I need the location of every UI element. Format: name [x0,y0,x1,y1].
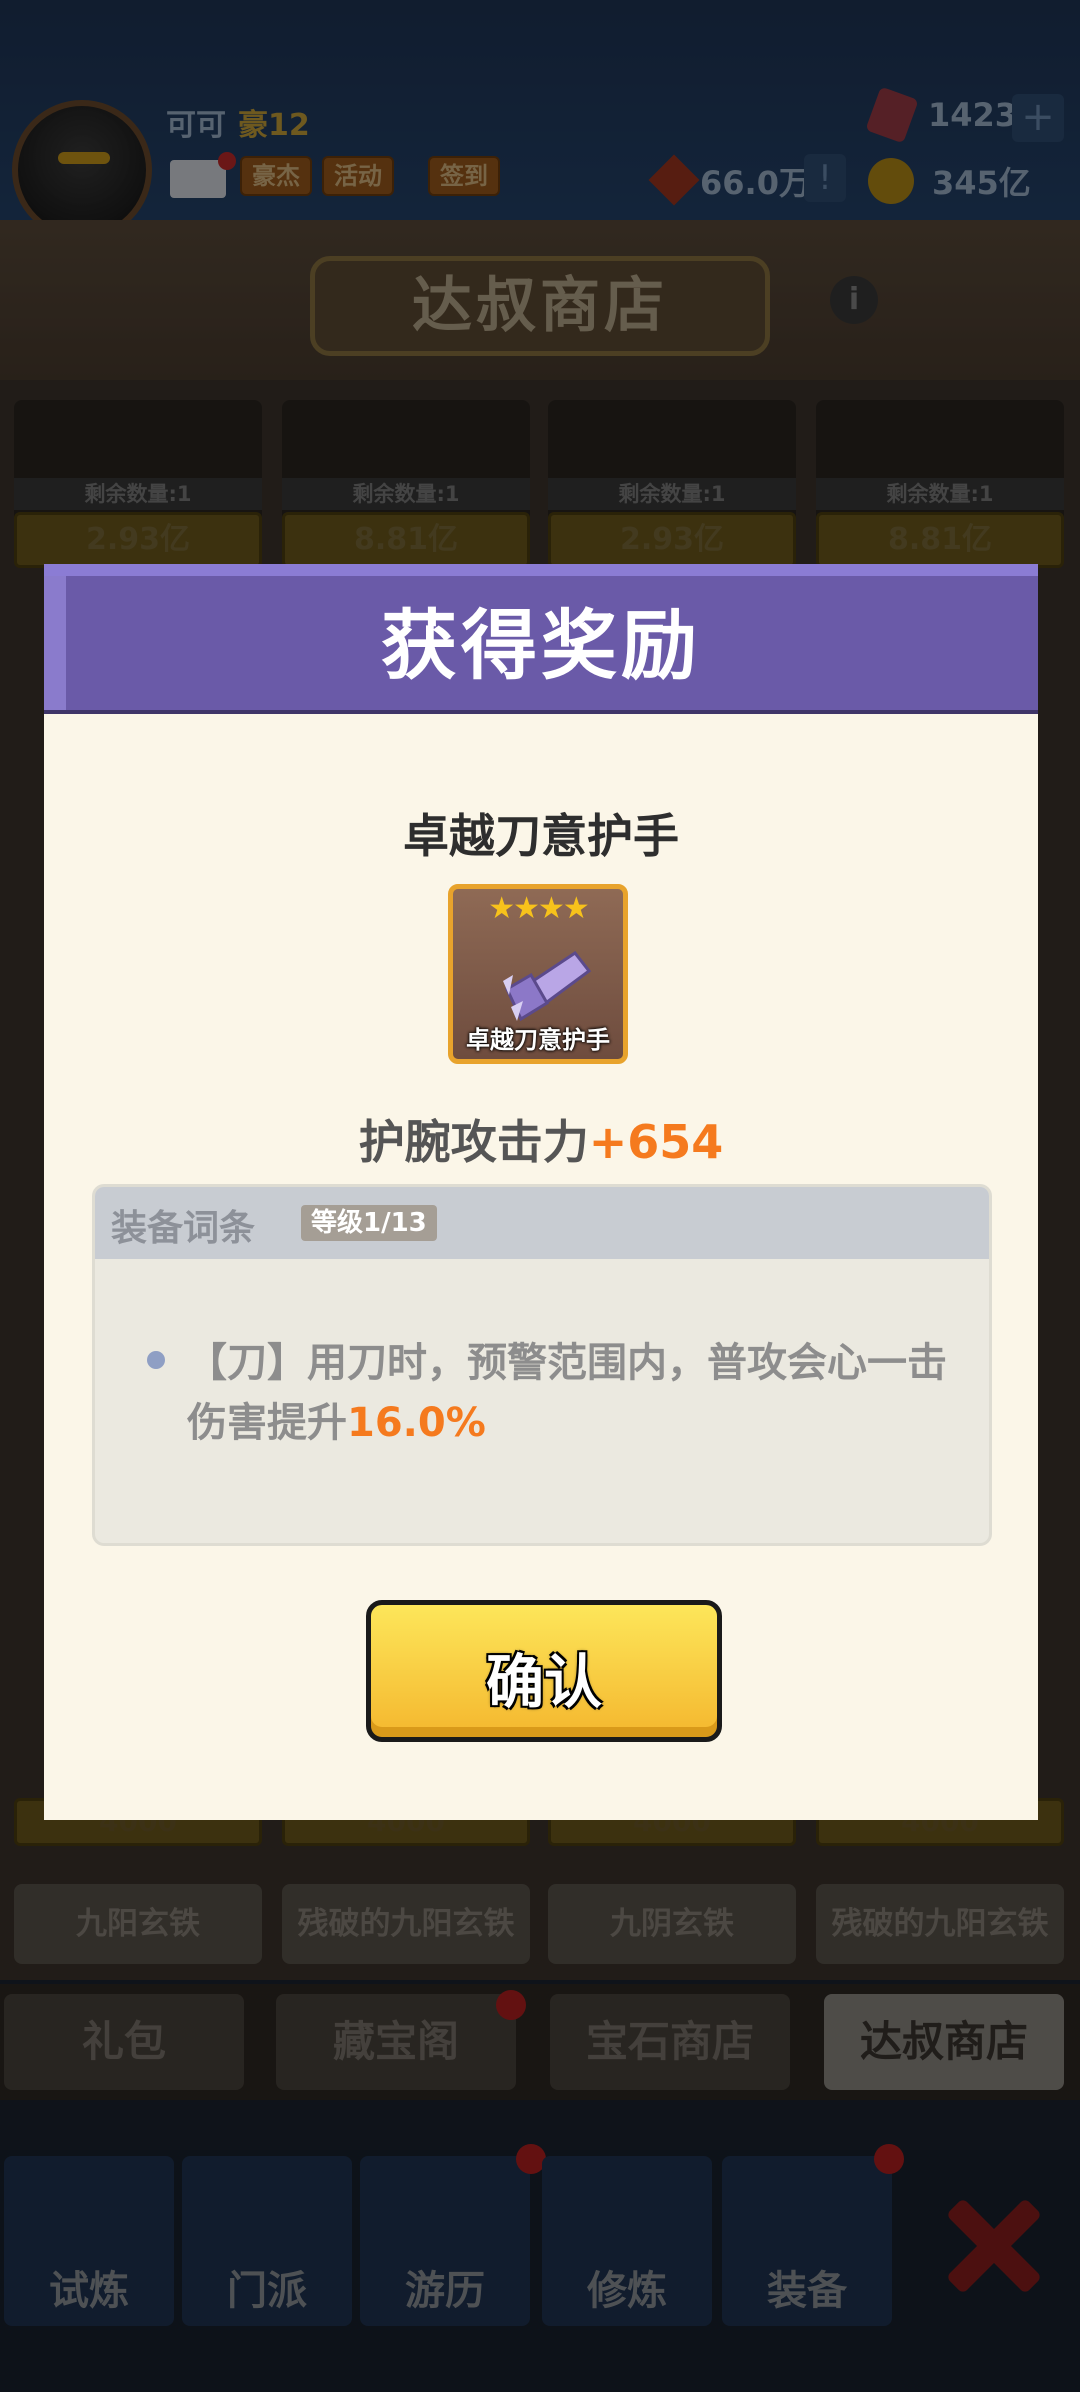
confirm-button[interactable]: 确认 [366,1600,722,1742]
affix-value: 16.0% [347,1400,486,1446]
affix-header: 装备词条 等级1/13 [95,1187,989,1259]
stat-value: +654 [588,1115,724,1169]
reward-modal: 获得奖励 卓越刀意护手 ★★★★ 卓越刀意护手 护腕攻击力+654 装备词条 等… [44,564,1038,1820]
affix-text: 【刀】用刀时，预警范围内，普攻会心一击伤害提升 [187,1340,947,1446]
confirm-label: 确认 [485,1648,602,1716]
gauntlet-icon [503,950,592,1022]
stat-line: 护腕攻击力+654 [44,1106,1038,1172]
affix-level-badge: 等级1/13 [301,1205,437,1241]
affix-panel: 装备词条 等级1/13 【刀】用刀时，预警范围内，普攻会心一击伤害提升16.0% [92,1184,992,1546]
reward-item-icon-label: 卓越刀意护手 [466,1026,610,1054]
affix-description: 【刀】用刀时，预警范围内，普攻会心一击伤害提升16.0% [187,1333,967,1453]
stat-label: 护腕攻击力 [358,1115,589,1169]
star-rating: ★★★★ [488,891,590,926]
modal-title: 获得奖励 [381,601,701,690]
bullet-icon [147,1351,165,1369]
modal-header: 获得奖励 [44,564,1038,714]
affix-title: 装备词条 [111,1208,256,1249]
reward-item-icon[interactable]: ★★★★ 卓越刀意护手 [448,884,628,1064]
reward-item-name: 卓越刀意护手 [403,809,679,863]
